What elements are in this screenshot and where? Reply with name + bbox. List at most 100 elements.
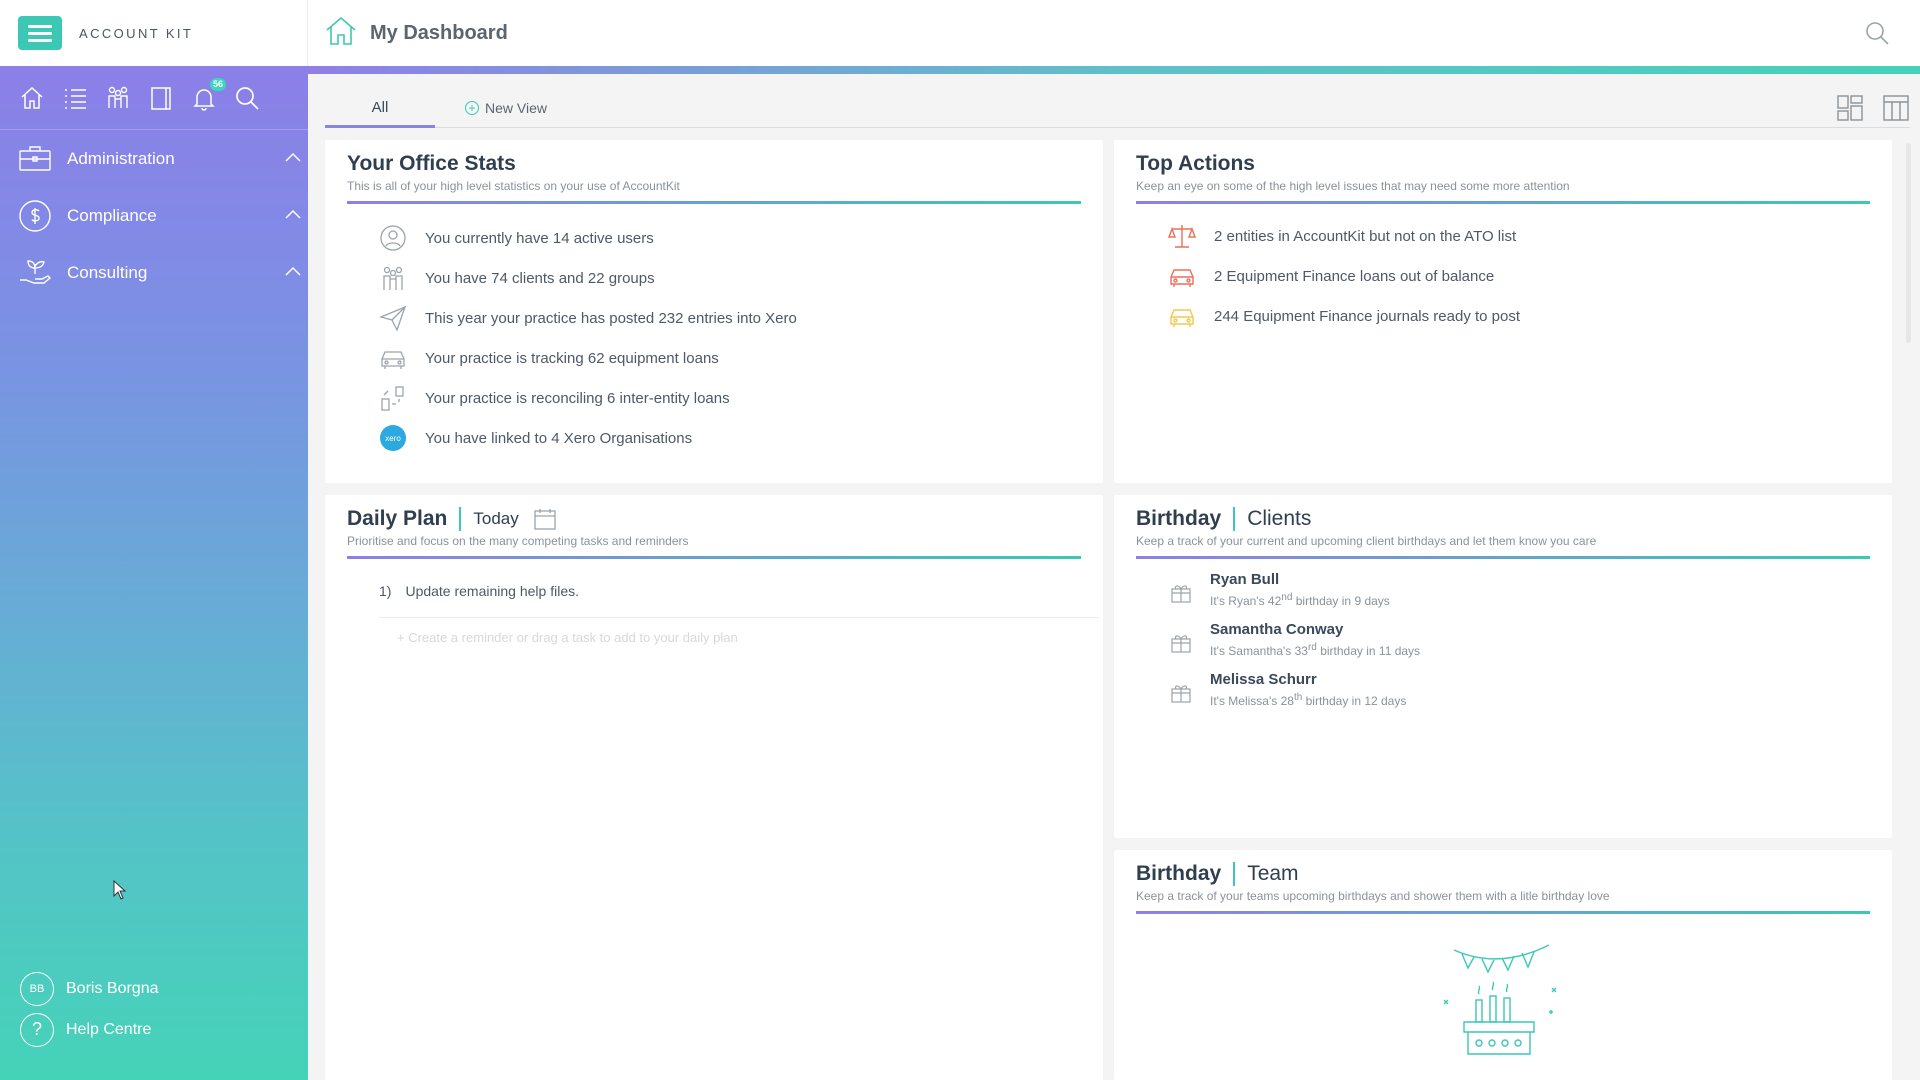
card-subtitle: Keep a track of your teams upcoming birt… [1136,889,1610,903]
people-group-icon[interactable] [102,82,133,113]
avatar: BB [20,971,54,1006]
stat-text: You currently have 14 active users [425,229,654,247]
notifications-badge: 56 [209,78,226,91]
car-icon [1168,262,1196,290]
brand[interactable]: ACCOUNT KIT [0,0,308,66]
help-centre-label: Help Centre [66,1020,152,1038]
sidebar-body: 56 Administration Compliance Consulting … [0,66,308,1080]
tab-all[interactable]: All [325,88,435,128]
birthday-name: Samantha Conway [1210,621,1344,638]
date-label[interactable]: Today [473,509,518,529]
columns-layout-icon[interactable] [1882,94,1910,122]
xero-logo-icon: xero [379,424,407,452]
sidebar-item-label: Administration [67,148,175,168]
sidebar-item-consulting[interactable]: Consulting [0,244,308,301]
stat-text: You have linked to 4 Xero Organisations [425,429,693,447]
chevron-up-icon[interactable] [284,264,302,278]
header-accent-line [308,66,1920,74]
card-subtitle: Keep an eye on some of the high level is… [1136,179,1570,193]
stat-row[interactable]: Your practice is tracking 62 equipment l… [379,338,1081,378]
gift-icon [1171,585,1191,603]
stat-row[interactable]: xero You have linked to 4 Xero Organisat… [379,418,1081,458]
action-text: 244 Equipment Finance journals ready to … [1214,307,1521,325]
user-profile[interactable]: BB Boris Borgna [20,968,159,1009]
grid-layout-icon[interactable] [1836,94,1864,122]
birthday-item[interactable]: Melissa Schurr It's Melissa's 28th birth… [1168,669,1870,719]
chevron-up-icon[interactable] [284,207,302,221]
birthday-cake-illustration-icon [1443,944,1557,1055]
birthday-item[interactable]: Samantha Conway It's Samantha's 33rd bir… [1168,619,1870,669]
stat-text: Your practice is reconciling 6 inter-ent… [425,389,730,407]
stat-row[interactable]: You have 74 clients and 22 groups [379,258,1081,298]
gift-icon [1171,635,1191,653]
office-stats-card: Your Office Stats This is all of your hi… [325,140,1103,483]
view-tabs: All + New View [325,88,1910,128]
card-title: Daily Plan [347,507,448,530]
svg-text:xero: xero [385,434,401,443]
home-icon[interactable] [324,14,358,53]
card-subtitle: Keep a track of your current and upcomin… [1136,534,1597,548]
task-item[interactable]: 1) Update remaining help files. [379,583,1099,618]
sidebar-footer: BB Boris Borgna ? Help Centre [20,968,159,1050]
scrollbar[interactable] [1906,143,1911,343]
birthday-name: Ryan Bull [1210,571,1280,588]
stat-text: Your practice is tracking 62 equipment l… [425,349,719,367]
brand-name: ACCOUNT KIT [79,25,194,41]
sidebar-item-administration[interactable]: Administration [0,130,308,187]
mouse-cursor-icon [113,880,127,900]
gift-icon [1171,685,1191,703]
sidebar-item-label: Consulting [67,262,148,282]
paper-plane-icon [379,304,407,332]
card-title: Birthday [1136,862,1222,885]
action-row[interactable]: 244 Equipment Finance journals ready to … [1168,296,1870,336]
sidebar-item-label: Compliance [67,205,157,225]
stat-row[interactable]: This year your practice has posted 232 e… [379,298,1081,338]
stat-row[interactable]: You currently have 14 active users [379,218,1081,258]
card-divider [1136,556,1870,559]
title-separator [1233,507,1236,531]
birthday-team-card: Birthday Team Keep a track of your teams… [1114,850,1892,1080]
account-kit-logo-icon [18,16,62,50]
notifications-bell-icon[interactable]: 56 [188,78,226,113]
card-title: Your Office Stats [347,152,516,175]
user-circle-icon [379,224,407,252]
briefcase-icon [17,141,52,176]
search-icon[interactable] [231,82,262,113]
card-title-suffix: Team [1247,862,1299,885]
birthday-detail: It's Ryan's 42nd birthday in 9 days [1210,592,1390,608]
birthday-name: Melissa Schurr [1210,671,1317,688]
card-title-suffix: Clients [1247,507,1312,530]
card-subtitle: Prioritise and focus on the many competi… [347,534,689,548]
task-text: Update remaining help files. [405,583,579,599]
calendar-icon[interactable] [533,507,557,531]
search-icon[interactable] [1864,20,1890,46]
user-name: Boris Borgna [66,979,159,997]
book-icon[interactable] [145,82,176,113]
page-title: My Dashboard [370,21,508,44]
title-separator [459,507,462,531]
tab-new-view[interactable]: + New View [465,88,547,128]
daily-plan-card: Daily Plan Today Prioritise and focus on… [325,495,1103,1080]
action-text: 2 entities in AccountKit but not on the … [1214,227,1517,245]
add-reminder-input[interactable]: + Create a reminder or drag a task to ad… [397,630,1081,645]
birthday-item[interactable]: Ryan Bull It's Ryan's 42nd birthday in 9… [1168,569,1870,619]
action-row[interactable]: 2 entities in AccountKit but not on the … [1168,216,1870,256]
inter-entity-icon [379,384,407,412]
sidebar: ACCOUNT KIT 56 Administration Compliance… [0,0,308,1080]
list-icon[interactable] [59,82,90,113]
home-icon[interactable] [16,82,47,113]
chevron-up-icon[interactable] [284,150,302,164]
stat-row[interactable]: Your practice is reconciling 6 inter-ent… [379,378,1081,418]
dollar-circle-icon [17,198,52,233]
task-number: 1) [379,583,392,599]
top-actions-card: Top Actions Keep an eye on some of the h… [1114,140,1892,483]
plus-circle-icon: + [465,101,479,115]
help-centre-link[interactable]: ? Help Centre [20,1009,159,1050]
sidebar-item-compliance[interactable]: Compliance [0,187,308,244]
quick-icon-bar: 56 [0,66,308,130]
title-separator [1233,862,1236,886]
question-mark-icon: ? [20,1012,54,1047]
people-group-icon [379,264,407,292]
card-divider [1136,201,1870,204]
action-row[interactable]: 2 Equipment Finance loans out of balance [1168,256,1870,296]
